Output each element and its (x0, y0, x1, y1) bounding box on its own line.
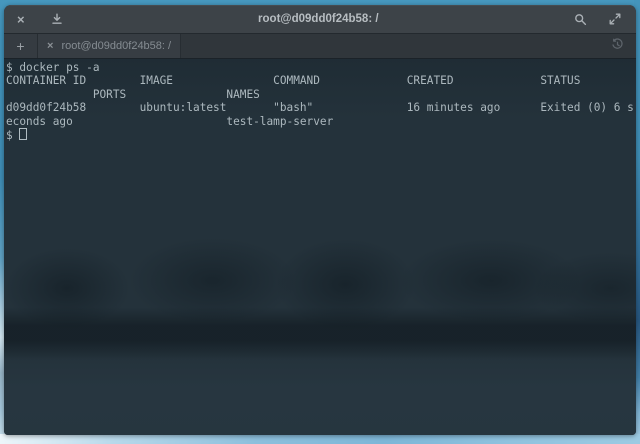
terminal-screen[interactable]: $ docker ps -a CONTAINER ID IMAGE COMMAN… (4, 59, 636, 435)
fullscreen-button[interactable] (609, 13, 621, 25)
terminal-cursor (19, 128, 27, 140)
window-close-button[interactable]: × (17, 13, 25, 26)
download-icon (51, 13, 63, 25)
tab-bar-spacer (181, 34, 611, 58)
prompt: $ (6, 129, 19, 142)
search-icon (574, 13, 587, 26)
download-button[interactable] (51, 13, 63, 25)
tab-active[interactable]: × root@d09dd0f24b58: / (38, 34, 181, 58)
history-icon (611, 38, 624, 54)
terminal-prompt-line: $ (6, 128, 634, 142)
terminal-window: × root@d09dd0f24b58: / (4, 5, 636, 435)
terminal-line: econds ago test-lamp-server (6, 115, 634, 128)
expand-icon (609, 13, 621, 25)
window-title: root@d09dd0f24b58: / (63, 13, 574, 25)
history-button[interactable] (611, 34, 636, 58)
desktop-wallpaper-bottom-edge (0, 434, 640, 444)
tab-title: root@d09dd0f24b58: / (61, 40, 171, 52)
terminal-line: $ docker ps -a (6, 61, 634, 74)
terminal-line: PORTS NAMES (6, 88, 634, 101)
tab-bar: + × root@d09dd0f24b58: / (4, 34, 636, 59)
terminal-line: CONTAINER ID IMAGE COMMAND CREATED STATU… (6, 74, 634, 87)
terminal-text: $ docker ps -a CONTAINER ID IMAGE COMMAN… (4, 59, 636, 435)
desktop: { "titlebar": { "title": "root@d09dd0f24… (0, 0, 640, 444)
new-tab-button[interactable]: + (4, 34, 38, 58)
search-button[interactable] (574, 13, 587, 26)
tab-close-button[interactable]: × (47, 41, 53, 52)
titlebar[interactable]: × root@d09dd0f24b58: / (4, 5, 636, 34)
terminal-line: d09dd0f24b58 ubuntu:latest "bash" 16 min… (6, 101, 634, 114)
